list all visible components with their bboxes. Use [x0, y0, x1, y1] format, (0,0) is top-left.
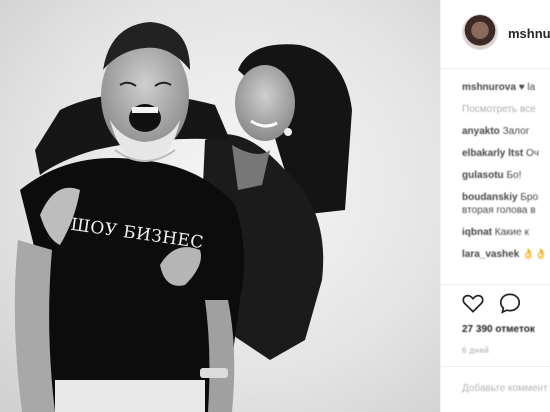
- comment-box: [441, 366, 550, 412]
- heart-icon[interactable]: [460, 290, 486, 316]
- comments-list: mshnurova ♥ la Посмотреть все anyakto За…: [462, 81, 550, 270]
- photo-illustration: [14, 22, 352, 412]
- post-time[interactable]: 6 дней: [462, 346, 489, 355]
- post-username[interactable]: mshnurova: [508, 26, 550, 41]
- list-item: iqbnat Какие к: [462, 226, 550, 239]
- post-photo[interactable]: ШОУ БИЗНЕС: [0, 0, 440, 412]
- list-item: boudanskiy Бро: [462, 191, 550, 204]
- list-item: вторая голова в: [462, 204, 550, 217]
- comment-icon[interactable]: [497, 290, 523, 316]
- comment-user[interactable]: elbakarly ltst: [462, 148, 523, 159]
- comment-text: Оч: [525, 148, 539, 159]
- comment-user[interactable]: iqbnat: [462, 227, 492, 238]
- caption: mshnurova ♥ la: [462, 81, 550, 94]
- post-side-panel: mshnurova mshnurova ♥ la Посмотреть все …: [440, 0, 550, 412]
- view-all-comments-link[interactable]: Посмотреть все: [462, 103, 550, 116]
- comment-text: Какие к: [494, 227, 529, 238]
- caption-text: ♥ la: [518, 82, 536, 93]
- list-item: elbakarly ltst Оч: [462, 147, 550, 160]
- list-item: lara_vashek 👌👌: [462, 248, 550, 261]
- comment-text: вторая голова в: [462, 205, 536, 216]
- caption-user[interactable]: mshnurova: [462, 82, 516, 93]
- comment-user[interactable]: anyakto: [462, 126, 500, 137]
- comment-user[interactable]: lara_vashek: [462, 249, 519, 260]
- comment-user[interactable]: gulasotu: [462, 170, 504, 181]
- list-item: gulasotu Бо!: [462, 169, 550, 182]
- comment-user[interactable]: boudanskiy: [462, 192, 518, 203]
- actions-divider: [441, 284, 550, 285]
- comment-text: Залог: [502, 126, 530, 137]
- comment-text: Бо!: [506, 170, 522, 181]
- post-header: mshnurova: [441, 0, 550, 69]
- comment-text: 👌👌: [522, 249, 547, 260]
- profile-avatar[interactable]: [463, 15, 497, 49]
- comment-text: Бро: [520, 192, 539, 203]
- comment-input[interactable]: [462, 383, 548, 394]
- list-item: anyakto Залог: [462, 125, 550, 138]
- likes-count[interactable]: 27 390 отметок: [462, 324, 535, 335]
